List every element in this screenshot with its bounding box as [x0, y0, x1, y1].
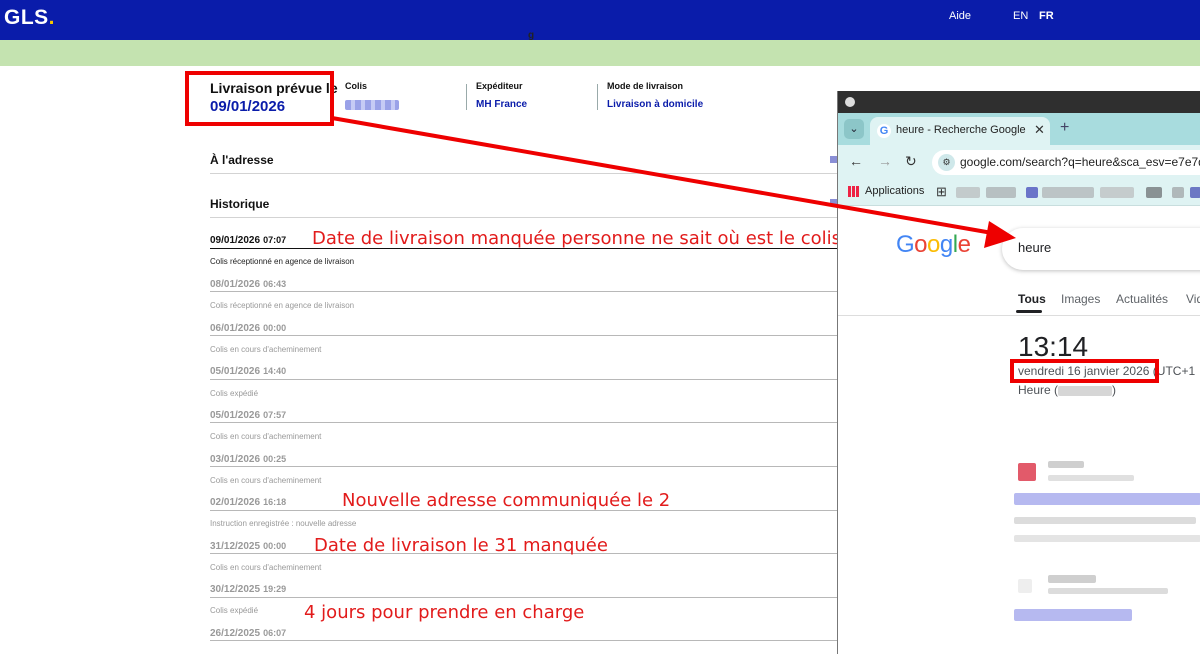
arrow-head	[984, 221, 1016, 248]
arrow-line	[331, 116, 999, 236]
annotation-arrow	[331, 116, 1016, 248]
